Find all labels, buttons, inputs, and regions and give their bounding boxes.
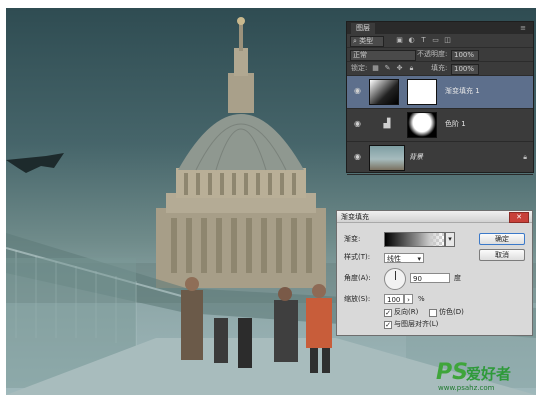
- scale-stepper[interactable]: ›: [404, 294, 413, 304]
- gradient-thumbnail: [369, 79, 399, 105]
- adjustment-filter-icon[interactable]: ◐: [407, 36, 416, 45]
- visibility-eye-icon[interactable]: ◉: [354, 120, 364, 128]
- cancel-button[interactable]: 取消: [479, 249, 525, 261]
- watermark-ps: PS: [436, 360, 468, 385]
- ok-button[interactable]: 确定: [479, 233, 525, 245]
- fill-input[interactable]: 100%: [451, 64, 479, 75]
- angle-label: 角度(A):: [344, 274, 371, 282]
- angle-dial[interactable]: [384, 268, 406, 290]
- layers-tabbar: 图层 ≡: [347, 22, 533, 34]
- reverse-checkbox[interactable]: ✓: [384, 309, 392, 317]
- layer-row-gradient-fill[interactable]: ◉ 渐变填充 1: [347, 76, 533, 109]
- fill-label: 填充:: [431, 64, 448, 72]
- filter-row: ⌕ 类型 ▣ ◐ T ▭ ◫: [347, 34, 533, 48]
- lock-all-icon[interactable]: 🔒︎: [407, 64, 416, 73]
- layer-row-background[interactable]: ◉ 背景 🔒︎: [347, 142, 533, 175]
- layer-mask-thumbnail: [407, 112, 437, 138]
- panel-menu-icon[interactable]: ≡: [518, 24, 528, 32]
- tab-layers[interactable]: 图层: [351, 23, 375, 34]
- layer-row-levels[interactable]: ◉ ▟ 色阶 1: [347, 109, 533, 142]
- gradient-picker[interactable]: [384, 232, 445, 247]
- align-with-layer-checkbox[interactable]: ✓: [384, 321, 392, 329]
- blend-mode-dropdown[interactable]: 正常: [350, 50, 416, 61]
- levels-adjustment-icon: ▟: [383, 119, 391, 129]
- visibility-eye-icon[interactable]: ◉: [354, 87, 364, 95]
- dialog-titlebar: 渐变填充 ✕: [337, 211, 532, 223]
- layers-panel: 图层 ≡ ⌕ 类型 ▣ ◐ T ▭ ◫ 正常 不透明度: 100% 锁定: ▦ …: [346, 21, 534, 175]
- layer-name: 渐变填充 1: [445, 87, 480, 95]
- align-with-layer-label: 与图层对齐(L): [394, 320, 439, 328]
- scale-unit: %: [418, 295, 425, 303]
- reverse-label: 反向(R): [394, 308, 419, 316]
- opacity-label: 不透明度:: [417, 50, 448, 58]
- close-icon[interactable]: ✕: [509, 212, 529, 223]
- lock-position-icon[interactable]: ✥: [395, 64, 404, 73]
- chevron-down-icon[interactable]: ▾: [445, 232, 455, 247]
- lock-icon: 🔒︎: [523, 153, 527, 161]
- chevron-down-icon: ▾: [417, 255, 421, 263]
- style-label: 样式(T):: [344, 253, 371, 261]
- watermark-url: www.psahz.com: [438, 384, 495, 392]
- layer-name: 色阶 1: [445, 120, 466, 128]
- gradient-fill-dialog: 渐变填充 ✕ 渐变: ▾ 样式(T): 线性 ▾ 角度(A): 90 度 缩放(…: [336, 210, 533, 336]
- shape-filter-icon[interactable]: ▭: [431, 36, 440, 45]
- lock-image-icon[interactable]: ✎: [383, 64, 392, 73]
- lock-label: 锁定:: [351, 64, 368, 72]
- opacity-input[interactable]: 100%: [451, 50, 479, 61]
- gradient-label: 渐变:: [344, 235, 361, 243]
- scale-input[interactable]: 100: [384, 294, 404, 304]
- lock-transparent-icon[interactable]: ▦: [371, 64, 380, 73]
- blend-row: 正常 不透明度: 100%: [347, 48, 533, 62]
- background-thumbnail: [369, 145, 405, 171]
- layer-name: 背景: [409, 153, 423, 161]
- site-watermark: PS 爱好者 www.psahz.com: [436, 360, 536, 394]
- type-filter-icon[interactable]: T: [419, 36, 428, 45]
- kind-filter-dropdown[interactable]: ⌕ 类型: [350, 36, 384, 47]
- style-value: 线性: [387, 255, 401, 263]
- style-select[interactable]: 线性 ▾: [384, 253, 424, 263]
- dialog-title: 渐变填充: [341, 213, 369, 221]
- dither-label: 仿色(D): [439, 308, 464, 316]
- angle-input[interactable]: 90: [410, 273, 450, 283]
- dither-checkbox[interactable]: [429, 309, 437, 317]
- layer-mask-thumbnail: [407, 79, 437, 105]
- scale-label: 缩放(S):: [344, 295, 371, 303]
- search-icon: ⌕: [353, 37, 357, 45]
- angle-unit: 度: [454, 274, 461, 282]
- kind-filter-value: 类型: [359, 37, 374, 45]
- lock-row: 锁定: ▦ ✎ ✥ 🔒︎ 填充: 100%: [347, 62, 533, 76]
- watermark-cn: 爱好者: [466, 365, 512, 383]
- smart-object-filter-icon[interactable]: ◫: [443, 36, 452, 45]
- pixel-filter-icon[interactable]: ▣: [395, 36, 404, 45]
- visibility-eye-icon[interactable]: ◉: [354, 153, 364, 161]
